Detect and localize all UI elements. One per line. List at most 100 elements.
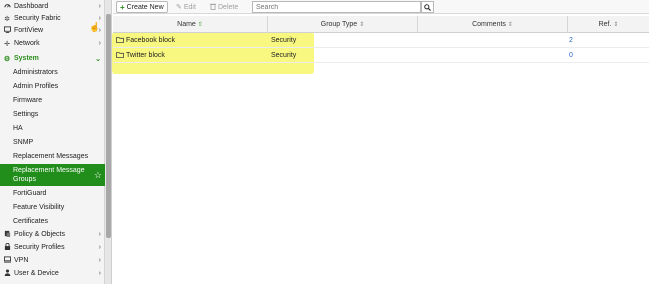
sidebar-item-label: HA xyxy=(13,125,23,132)
chevron-right-icon: › xyxy=(98,257,101,264)
chevron-right-icon: › xyxy=(98,231,101,238)
edit-label: Edit xyxy=(183,3,196,11)
plus-icon: + xyxy=(120,2,125,12)
chevron-right-icon: › xyxy=(98,3,101,10)
user-icon xyxy=(2,269,12,278)
toolbar: + Create New ✎ Edit Delete xyxy=(113,0,649,14)
sidebar-item-ha[interactable]: HA xyxy=(0,122,105,135)
sidebar-item-certificates[interactable]: Certificates xyxy=(0,215,105,228)
sidebar-item-firmware[interactable]: Firmware xyxy=(0,94,105,107)
chevron-right-icon: › xyxy=(98,40,101,47)
sidebar-item-label: SNMP xyxy=(13,139,34,146)
sidebar-item-label: Feature Visibility xyxy=(13,204,65,211)
sidebar-item-label: Administrators xyxy=(13,69,58,76)
edit-button[interactable]: ✎ Edit xyxy=(173,1,199,13)
folder-icon xyxy=(116,51,124,60)
folder-icon xyxy=(116,36,124,45)
sort-icon: ⇕ xyxy=(359,22,365,28)
column-header-name[interactable]: Name ⇧ xyxy=(113,16,268,33)
search-input[interactable] xyxy=(253,2,420,12)
groups-table: Name ⇧ Group Type ⇕ Comments ⇕ Ref. ⇕ Fa… xyxy=(113,16,649,284)
sidebar-item-user-device[interactable]: User & Device › xyxy=(0,267,105,280)
sidebar-item-label: Replacement Messages xyxy=(13,153,89,160)
sidebar-item-label: Dashboard xyxy=(14,3,49,10)
sidebar-item-label: VPN xyxy=(14,257,29,264)
column-header-label: Comments xyxy=(472,21,506,28)
table-row[interactable]: Facebook block Security 2 xyxy=(113,33,649,48)
cell-comments xyxy=(421,33,561,48)
sidebar-item-label: Admin Profiles xyxy=(13,83,59,90)
chevron-right-icon: › xyxy=(98,244,101,251)
gear-icon: ⚙ xyxy=(3,55,11,63)
search-button[interactable] xyxy=(421,1,434,13)
fortiview-icon xyxy=(2,26,12,35)
trash-icon xyxy=(210,3,216,12)
sidebar-item-administrators[interactable]: Administrators xyxy=(0,66,105,79)
vpn-icon xyxy=(2,256,12,265)
sidebar-item-network[interactable]: ✛ Network › xyxy=(0,37,105,50)
column-header-label: Ref. xyxy=(598,21,612,28)
hand-cursor-icon: ☝ xyxy=(89,22,101,32)
sidebar-item-feature-visibility[interactable]: Feature Visibility xyxy=(0,201,105,214)
sidebar-item-label: Security Fabric xyxy=(14,15,61,22)
search-box xyxy=(252,1,421,13)
sort-ascending-icon: ⇧ xyxy=(197,22,203,28)
create-new-label: Create New xyxy=(126,3,164,11)
sidebar-item-label: System xyxy=(14,55,39,62)
chevron-right-icon: › xyxy=(98,15,101,22)
sidebar-item-settings[interactable]: Settings xyxy=(0,108,105,121)
cell-ref-link[interactable]: 2 xyxy=(569,33,629,48)
sidebar-item-label: Replacement Message Groups xyxy=(13,167,85,183)
sidebar-item-fortiguard[interactable]: FortiGuard xyxy=(0,187,105,200)
sidebar-item-security-profiles[interactable]: Security Profiles › xyxy=(0,241,105,254)
cell-ref-link[interactable]: 0 xyxy=(569,48,629,63)
policy-icon xyxy=(2,230,12,239)
star-icon[interactable]: ☆ xyxy=(94,170,102,181)
delete-label: Delete xyxy=(218,3,239,11)
sort-icon: ⇕ xyxy=(507,22,513,28)
cell-name-text: Twitter block xyxy=(126,52,165,59)
column-header-comments[interactable]: Comments ⇕ xyxy=(418,16,568,33)
sidebar-item-label: Settings xyxy=(13,111,39,118)
sidebar-item-label: FortiGuard xyxy=(13,190,47,197)
cell-name: Facebook block xyxy=(116,33,266,48)
chevron-right-icon: › xyxy=(98,270,101,277)
cell-comments xyxy=(421,48,561,63)
sidebar-item-replacement-message-groups[interactable]: Replacement Message Groups ☆ xyxy=(0,164,105,186)
dashboard-icon xyxy=(2,2,12,11)
cell-name: Twitter block xyxy=(116,48,266,63)
fabric-icon: ✲ xyxy=(4,15,10,23)
sort-icon: ⇕ xyxy=(613,22,619,28)
create-new-button[interactable]: + Create New xyxy=(116,1,168,13)
sidebar-item-label: Certificates xyxy=(13,218,49,225)
column-header-group-type[interactable]: Group Type ⇕ xyxy=(268,16,418,33)
network-icon: ✛ xyxy=(4,40,10,48)
table-row[interactable]: Twitter block Security 0 xyxy=(113,48,649,63)
sidebar-item-replacement-messages[interactable]: Replacement Messages xyxy=(0,150,105,163)
sidebar-item-snmp[interactable]: SNMP xyxy=(0,136,105,149)
cell-group-type: Security xyxy=(271,52,297,59)
column-header-label: Name xyxy=(177,21,196,28)
sidebar-item-label: Network xyxy=(14,40,40,47)
search-icon xyxy=(424,3,431,11)
column-header-ref[interactable]: Ref. ⇕ xyxy=(568,16,649,33)
pencil-icon: ✎ xyxy=(176,4,182,11)
cell-group-type: Security xyxy=(271,37,297,44)
table-header: Name ⇧ Group Type ⇕ Comments ⇕ Ref. ⇕ xyxy=(113,16,649,33)
sidebar-item-label: FortiView xyxy=(14,27,44,34)
sidebar-item-label: User & Device xyxy=(14,270,59,277)
sidebar-item-admin-profiles[interactable]: Admin Profiles xyxy=(0,80,105,93)
cell-name-text: Facebook block xyxy=(126,37,176,44)
sidebar-item-label: Policy & Objects xyxy=(14,231,65,238)
sidebar-item-vpn[interactable]: VPN › xyxy=(0,254,105,267)
sidebar-item-policy-objects[interactable]: Policy & Objects › xyxy=(0,228,105,241)
sidebar-nav: Dashboard › ✲ Security Fabric › FortiVie… xyxy=(0,0,105,284)
sidebar-item-label: Firmware xyxy=(13,97,43,104)
chevron-down-icon: ⌄ xyxy=(95,55,101,63)
sidebar-scrollbar-thumb[interactable] xyxy=(106,14,111,238)
lock-icon xyxy=(2,242,12,252)
delete-button[interactable]: Delete xyxy=(207,1,241,13)
sidebar-item-label: Security Profiles xyxy=(14,244,65,251)
column-header-label: Group Type xyxy=(320,21,358,28)
sidebar-item-system[interactable]: ⚙ System ⌄ xyxy=(0,52,105,65)
